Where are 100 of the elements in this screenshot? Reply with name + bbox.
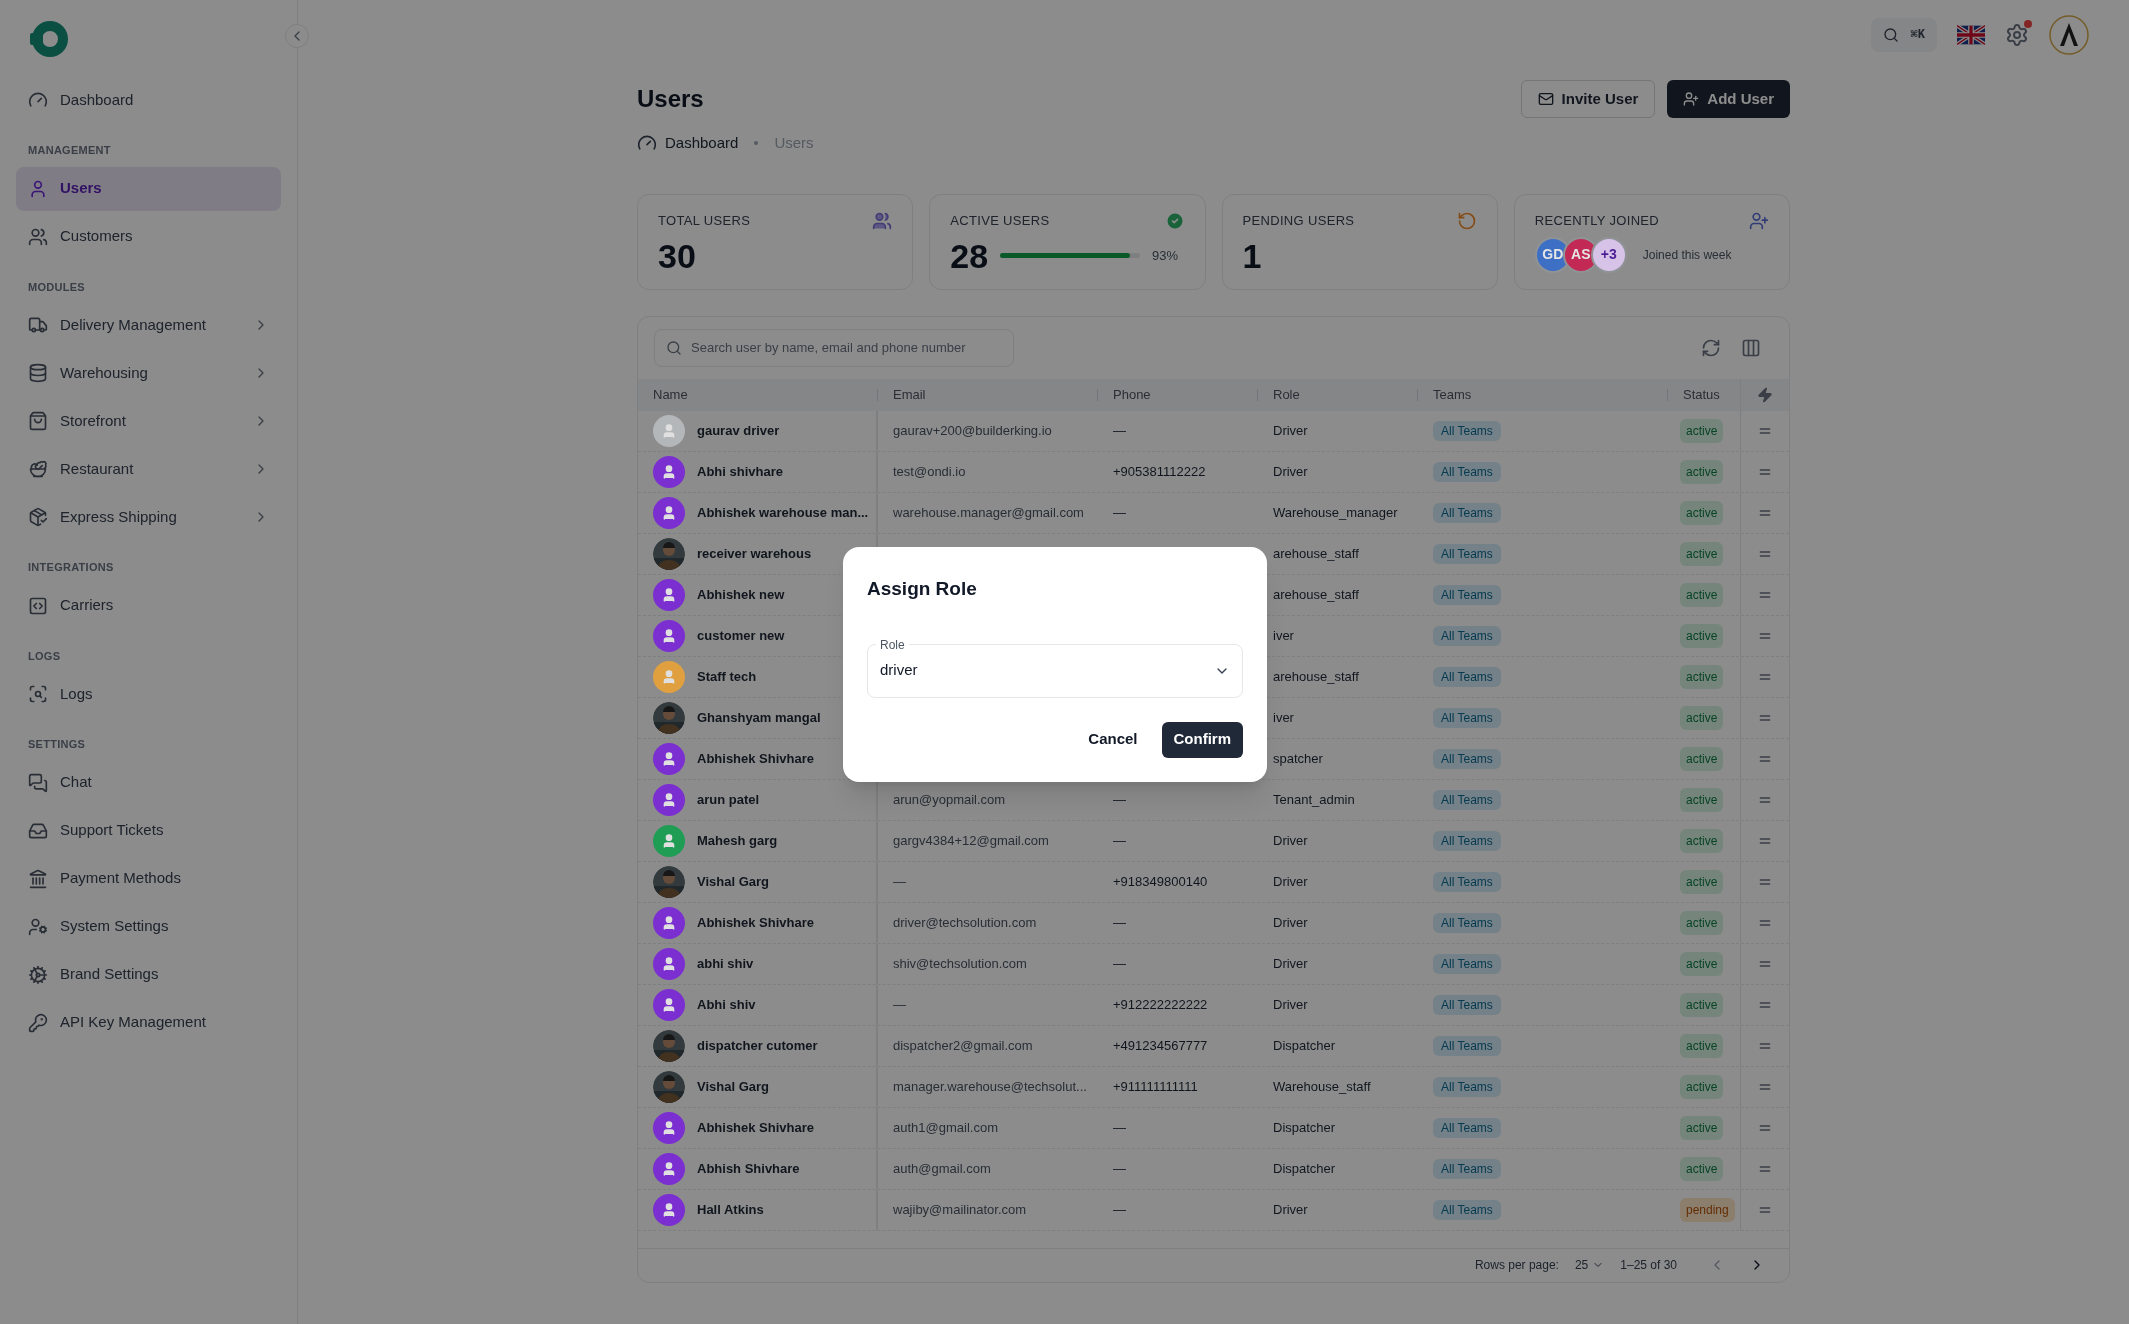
bolt-icon[interactable] xyxy=(1757,386,1773,403)
status-badge: active xyxy=(1680,787,1724,812)
email-cell: manager.warehouse@techsolut... xyxy=(893,1078,1087,1094)
column-header[interactable]: Teams xyxy=(1433,384,1472,405)
phone-cell: — xyxy=(1113,1160,1126,1176)
role-cell: Driver xyxy=(1273,463,1308,479)
invite-user-button[interactable]: Invite User xyxy=(1520,80,1656,118)
email-cell: test@ondi.io xyxy=(893,463,966,479)
user-name[interactable]: Abhishek Shivhare xyxy=(697,912,815,933)
team-badge: All Teams xyxy=(1433,584,1501,605)
search-icon xyxy=(1882,27,1899,43)
phone-cell: — xyxy=(1113,955,1126,971)
sidebar-item[interactable]: Payment Methods xyxy=(16,856,281,901)
column-header[interactable]: Status xyxy=(1683,384,1720,405)
column-header[interactable]: Email xyxy=(893,384,926,405)
team-badge: All Teams xyxy=(1433,461,1501,482)
team-badge: All Teams xyxy=(1433,1158,1501,1179)
column-header[interactable]: Name xyxy=(653,384,688,405)
user-name[interactable]: Abhish Shivhare xyxy=(697,1158,800,1179)
column-header[interactable]: Role xyxy=(1273,384,1300,405)
team-badge: All Teams xyxy=(1433,707,1501,728)
sidebar-item[interactable]: Carriers xyxy=(16,583,281,628)
email-cell: wajiby@mailinator.com xyxy=(893,1201,1027,1217)
phone-cell: — xyxy=(1113,914,1126,930)
sidebar-item[interactable]: Dashboard xyxy=(16,78,281,122)
section-title: INTEGRATIONS xyxy=(27,560,115,575)
sidebar-item[interactable]: Logs xyxy=(16,672,281,716)
user-name[interactable]: customer new xyxy=(697,625,785,646)
search-shortcut[interactable]: ⌘K xyxy=(1870,18,1937,52)
phone-cell: +912222222222 xyxy=(1113,996,1208,1012)
sidebar-item[interactable]: Support Tickets xyxy=(16,808,281,853)
user-name[interactable]: Vishal Garg xyxy=(697,1076,769,1097)
role-cell: Warehouse_staff xyxy=(1273,1078,1371,1094)
user-name[interactable]: gaurav driver xyxy=(697,420,780,441)
user-name[interactable]: Mahesh garg xyxy=(697,830,778,851)
user-name[interactable]: Abhishek new xyxy=(697,584,785,605)
sidebar-item[interactable]: Warehousing xyxy=(16,351,281,395)
user-icon xyxy=(661,955,677,972)
sidebar-item[interactable]: API Key Management xyxy=(16,1000,281,1045)
add-user-button[interactable]: Add User xyxy=(1667,80,1790,118)
team-badge: All Teams xyxy=(1433,953,1501,974)
user-name[interactable]: Abhishek Shivhare xyxy=(697,748,815,769)
columns-icon[interactable] xyxy=(1741,337,1761,358)
rows-per-page-select[interactable]: 25 xyxy=(1574,1256,1605,1274)
team-badge: All Teams xyxy=(1433,748,1501,769)
phone-cell: +918349800140 xyxy=(1113,873,1208,889)
status-badge: active xyxy=(1680,992,1724,1017)
sidebar-item[interactable]: Storefront xyxy=(16,399,281,443)
users-icon xyxy=(872,210,893,231)
user-name[interactable]: abhi shiv xyxy=(697,953,754,974)
status-badge: active xyxy=(1680,828,1724,853)
stat-value: 1 xyxy=(1242,238,1263,273)
user-name[interactable]: Hall Atkins xyxy=(697,1199,764,1220)
sidebar-item[interactable]: Delivery Management xyxy=(16,303,281,347)
sidebar-item[interactable]: Customers xyxy=(16,214,281,259)
sidebar-item[interactable]: Brand Settings xyxy=(16,952,281,997)
search-field[interactable]: Search user by name, email and phone number xyxy=(654,328,1014,367)
user-name[interactable]: Staff tech xyxy=(697,666,757,687)
user-name[interactable]: dispatcher cutomer xyxy=(697,1035,818,1056)
phone-cell: +491234567777 xyxy=(1113,1037,1208,1053)
user-icon xyxy=(661,463,677,480)
user-name[interactable]: arun patel xyxy=(697,789,760,810)
collapse-button[interactable] xyxy=(285,24,309,48)
profile-avatar[interactable] xyxy=(2049,15,2089,55)
user-name[interactable]: Vishal Garg xyxy=(697,871,769,892)
role-cell: Driver xyxy=(1273,832,1308,848)
avatar: +3 xyxy=(1590,236,1627,273)
settings-icon[interactable] xyxy=(2005,23,2029,47)
cancel-button[interactable]: Cancel xyxy=(1076,721,1150,758)
confirm-button[interactable]: Confirm xyxy=(1161,721,1243,758)
team-badge: All Teams xyxy=(1433,830,1501,851)
uk-flag-icon[interactable] xyxy=(1957,25,1985,45)
breadcrumb-link[interactable]: Dashboard xyxy=(665,132,739,155)
column-header[interactable]: Phone xyxy=(1113,384,1151,405)
user-name[interactable]: Abhishek warehouse man... xyxy=(697,502,869,523)
status-badge: active xyxy=(1680,746,1724,771)
user-name[interactable]: receiver warehous xyxy=(697,543,812,564)
sidebar-item[interactable]: Restaurant xyxy=(16,447,281,491)
stat-note: Joined this week xyxy=(1642,246,1732,264)
user-name[interactable]: Abhi shivhare xyxy=(697,461,783,482)
user-name[interactable]: Abhi shiv xyxy=(697,994,756,1015)
stat-label: PENDING USERS xyxy=(1242,211,1355,230)
team-badge: All Teams xyxy=(1433,1076,1501,1097)
user-plus-icon xyxy=(1683,91,1700,107)
status-badge: active xyxy=(1680,869,1724,894)
role-cell: Driver xyxy=(1273,914,1308,930)
email-cell: gargv4384+12@gmail.com xyxy=(893,832,1049,848)
user-name[interactable]: Abhishek Shivhare xyxy=(697,1117,815,1138)
sidebar-item[interactable]: System Settings xyxy=(16,904,281,949)
section-title: MANAGEMENT xyxy=(27,143,112,158)
email-cell: warehouse.manager@gmail.com xyxy=(893,504,1084,520)
sidebar-item[interactable]: Chat xyxy=(16,760,281,805)
user-icon xyxy=(661,832,677,849)
sidebar-item[interactable]: Users xyxy=(16,166,281,211)
status-badge: active xyxy=(1680,1115,1724,1140)
status-badge: active xyxy=(1680,664,1724,689)
user-name[interactable]: Ghanshyam mangal xyxy=(697,707,821,728)
refresh-icon[interactable] xyxy=(1701,337,1721,358)
user-icon xyxy=(661,504,677,521)
sidebar-item[interactable]: Express Shipping xyxy=(16,495,281,539)
